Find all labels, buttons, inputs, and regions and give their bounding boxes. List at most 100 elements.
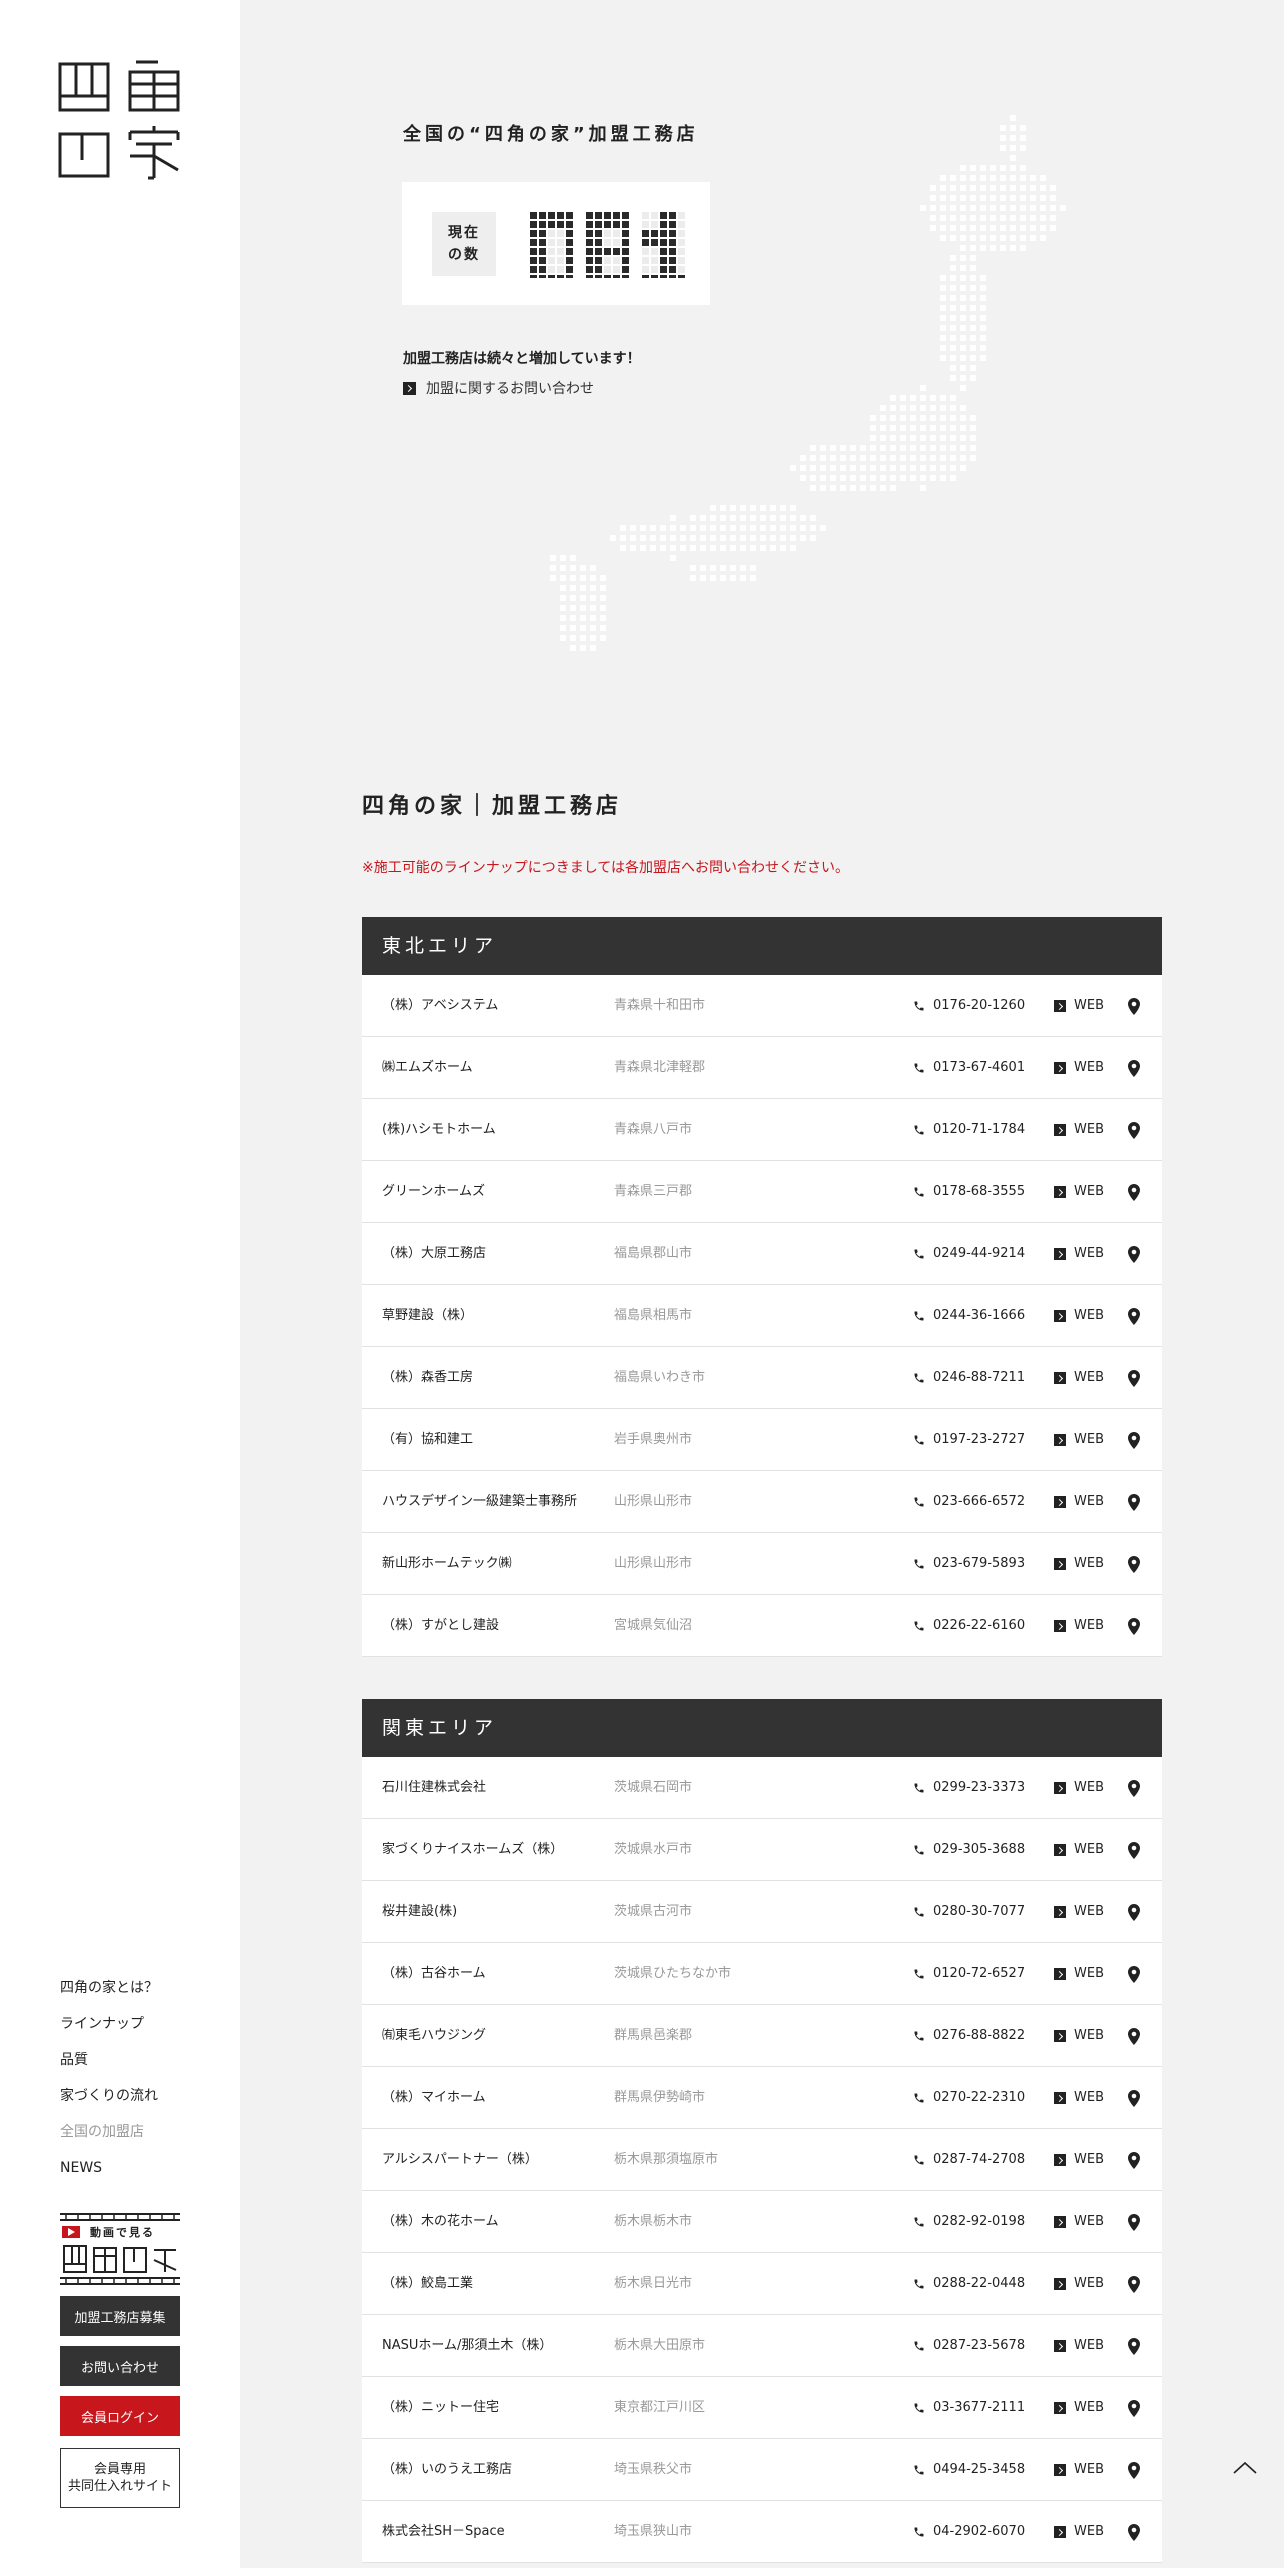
store-phone[interactable]: 0249-44-9214 [913,1223,1025,1285]
store-phone[interactable]: 0299-23-3373 [913,1757,1025,1819]
map-pin-icon[interactable] [1128,2462,1140,2479]
store-name: NASUホーム/那須土木（株） [382,2338,553,2353]
store-web-link[interactable]: WEB [1054,2067,1104,2129]
map-pin-icon[interactable] [1128,1494,1140,1511]
store-phone[interactable]: 0176-20-1260 [913,975,1025,1037]
store-phone[interactable]: 0120-71-1784 [913,1099,1025,1161]
phone-icon [914,1783,924,1793]
store-phone[interactable]: 0280-30-7077 [913,1881,1025,1943]
store-web-link[interactable]: WEB [1054,2191,1104,2253]
map-pin-icon[interactable] [1128,2152,1140,2169]
store-web-link[interactable]: WEB [1054,975,1104,1037]
store-phone[interactable]: 0276-88-8822 [913,2005,1025,2067]
map-pin-icon[interactable] [1128,1184,1140,1201]
store-phone[interactable]: 0244-36-1666 [913,1285,1025,1347]
store-web-link[interactable]: WEB [1054,2253,1104,2315]
map-pin-icon[interactable] [1128,1966,1140,1983]
store-location: 青森県八戸市 [614,1122,693,1137]
store-web-link[interactable]: WEB [1054,1037,1104,1099]
store-web-link[interactable]: WEB [1054,1161,1104,1223]
map-pin-icon[interactable] [1128,1122,1140,1139]
store-web-link[interactable]: WEB [1054,1409,1104,1471]
store-phone[interactable]: 0197-23-2727 [913,1409,1025,1471]
map-pin-icon[interactable] [1128,1246,1140,1263]
store-phone-number: 0288-22-0448 [933,2276,1026,2291]
map-pin-icon[interactable] [1128,1308,1140,1325]
map-pin-icon[interactable] [1128,2524,1140,2541]
map-pin-icon[interactable] [1128,1370,1140,1387]
map-pin-icon[interactable] [1128,2400,1140,2417]
nav-item-news[interactable]: NEWS [60,2150,158,2186]
store-name: 草野建設（株） [382,1308,474,1323]
map-pin-icon[interactable] [1128,2028,1140,2045]
store-web-link[interactable]: WEB [1054,2129,1104,2191]
store-phone-number: 0270-22-2310 [933,2090,1026,2105]
store-web-link[interactable]: WEB [1054,1347,1104,1409]
store-web-link[interactable]: WEB [1054,1285,1104,1347]
nav-item-flow[interactable]: 家づくりの流れ [60,2078,158,2114]
store-phone[interactable]: 0120-72-6527 [913,1943,1025,2005]
store-phone[interactable]: 0178-68-3555 [913,1161,1025,1223]
store-phone[interactable]: 03-3677-2111 [913,2377,1025,2439]
store-web-link[interactable]: WEB [1054,1471,1104,1533]
map-pin-icon[interactable] [1128,2276,1140,2293]
store-location: 栃木県日光市 [614,2276,693,2291]
store-web-link[interactable]: WEB [1054,1595,1104,1657]
nav-item-about[interactable]: 四角の家とは？ [60,1970,158,2006]
map-pin-icon[interactable] [1128,2214,1140,2231]
phone-icon [914,2403,924,2413]
franchise-inquiry-link[interactable]: 加盟に関するお問い合わせ [403,378,594,398]
store-web-link[interactable]: WEB [1054,1943,1104,2005]
store-phone[interactable]: 0287-23-5678 [913,2315,1025,2377]
map-pin-icon[interactable] [1128,998,1140,1015]
map-pin-icon[interactable] [1128,2090,1140,2107]
map-pin-icon[interactable] [1128,1618,1140,1635]
store-web-link[interactable]: WEB [1054,1757,1104,1819]
store-web-link[interactable]: WEB [1054,1819,1104,1881]
store-web-link[interactable]: WEB [1054,2439,1104,2501]
phone-icon [914,1621,924,1631]
store-phone[interactable]: 023-679-5893 [913,1533,1025,1595]
store-phone[interactable]: 0287-74-2708 [913,2129,1025,2191]
map-pin-icon[interactable] [1128,1060,1140,1077]
store-web-link[interactable]: WEB [1054,2377,1104,2439]
store-phone[interactable]: 04-2902-6070 [913,2501,1025,2563]
store-phone[interactable]: 0226-22-6160 [913,1595,1025,1657]
store-phone[interactable]: 0494-25-3458 [913,2439,1025,2501]
store-phone[interactable]: 0246-88-7211 [913,1347,1025,1409]
store-row: 新山形ホームテック㈱ 山形県山形市 023-679-5893 WEB [362,1533,1162,1595]
store-web-link[interactable]: WEB [1054,2005,1104,2067]
store-phone[interactable]: 0270-22-2310 [913,2067,1025,2129]
member-purchase-site-button[interactable]: 会員専用 共同仕入れサイト [60,2448,180,2508]
store-web-link[interactable]: WEB [1054,1533,1104,1595]
map-pin-icon[interactable] [1128,1904,1140,1921]
store-phone[interactable]: 0173-67-4601 [913,1037,1025,1099]
shikaku-no-ie-logo[interactable] [58,60,182,180]
store-web-link[interactable]: WEB [1054,2501,1104,2563]
store-phone[interactable]: 0288-22-0448 [913,2253,1025,2315]
map-pin-icon[interactable] [1128,1842,1140,1859]
nav-item-lineup[interactable]: ラインナップ [60,2006,158,2042]
arrow-right-icon [1054,2092,1066,2104]
store-web-link[interactable]: WEB [1054,1881,1104,1943]
store-phone-number: 0226-22-6160 [933,1618,1026,1633]
store-web-link[interactable]: WEB [1054,2315,1104,2377]
page-top-icon[interactable] [1232,2455,1258,2481]
map-pin-icon[interactable] [1128,1556,1140,1573]
store-web-link[interactable]: WEB [1054,1223,1104,1285]
store-phone[interactable]: 029-305-3688 [913,1819,1025,1881]
store-phone[interactable]: 023-666-6572 [913,1471,1025,1533]
member-login-button[interactable]: 会員ログイン [60,2396,180,2436]
store-location: 埼玉県秩父市 [614,2462,693,2477]
map-pin-icon[interactable] [1128,2338,1140,2355]
map-pin-icon[interactable] [1128,1780,1140,1797]
recruit-button[interactable]: 加盟工務店募集 [60,2296,180,2336]
store-phone[interactable]: 0282-92-0198 [913,2191,1025,2253]
store-web-link[interactable]: WEB [1054,1099,1104,1161]
nav-item-stores[interactable]: 全国の加盟店 [60,2114,158,2150]
nav-item-quality[interactable]: 品質 [60,2042,158,2078]
map-pin-icon[interactable] [1128,1432,1140,1449]
movie-banner[interactable]: 動画で見る [60,2212,180,2286]
contact-button[interactable]: お問い合わせ [60,2346,180,2386]
store-name: （株）森香工房 [382,1370,474,1385]
